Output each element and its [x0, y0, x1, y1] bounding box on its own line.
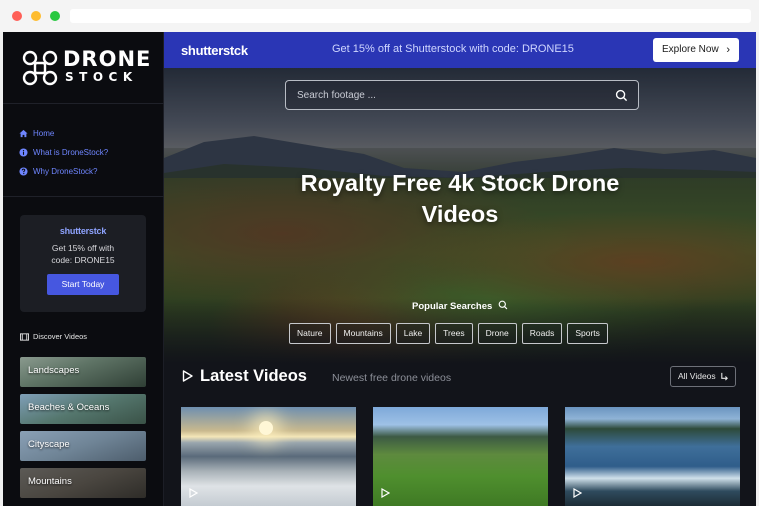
hero-section: Search footage ... Royalty Free 4k Stock… [164, 68, 756, 364]
play-icon [182, 370, 193, 382]
search-placeholder: Search footage ... [297, 90, 376, 101]
drone-icon [22, 50, 58, 86]
address-bar[interactable] [70, 9, 751, 23]
category-beaches-oceans[interactable]: Beaches & Oceans [20, 394, 146, 424]
latest-videos-header: Latest Videos Newest free drone videos A… [164, 364, 756, 404]
sidebar-item-why[interactable]: Why DroneStock? [19, 162, 108, 181]
sidebar-item-what-is[interactable]: What is DroneStock? [19, 143, 108, 162]
sidebar-divider [3, 196, 164, 197]
category-label: Landscapes [28, 365, 80, 376]
category-mountains[interactable]: Mountains [20, 468, 146, 498]
all-videos-button[interactable]: All Videos [670, 366, 736, 387]
sidebar: DRONE STOCK Home What is DroneStock? Why… [3, 32, 164, 506]
all-videos-label: All Videos [678, 371, 716, 381]
tag-trees[interactable]: Trees [435, 323, 473, 344]
chevron-right-icon: › [726, 44, 730, 56]
video-thumbnail-3[interactable] [565, 407, 740, 506]
tag-sports[interactable]: Sports [567, 323, 608, 344]
arrow-return-icon [721, 372, 728, 381]
promo-text-line-1: Get 15% off with [51, 243, 115, 253]
banner-message: Get 15% off at Shutterstock with code: D… [332, 43, 574, 55]
tag-nature[interactable]: Nature [289, 323, 331, 344]
category-landscapes[interactable]: Landscapes [20, 357, 146, 387]
page-viewport: DRONE STOCK Home What is DroneStock? Why… [3, 32, 756, 506]
hero-title-line-2: Videos [421, 201, 499, 227]
tag-drone[interactable]: Drone [477, 323, 517, 344]
promo-text-line-2: code: DRONE15 [51, 255, 115, 265]
category-label: Beaches & Oceans [28, 402, 110, 413]
logo-line-2: STOCK [65, 70, 138, 84]
browser-window: DRONE STOCK Home What is DroneStock? Why… [0, 0, 759, 506]
hero-title: Royalty Free 4k Stock Drone Videos [164, 168, 756, 230]
shutterstock-promo-card: shutterstck Get 15% off with code: DRONE… [20, 215, 146, 312]
logo-line-1: DRONE [63, 47, 152, 71]
explore-now-button[interactable]: Explore Now › [653, 38, 739, 62]
search-icon[interactable] [615, 89, 628, 102]
video-thumbnail-2[interactable] [373, 407, 548, 506]
popular-searches-label: Popular Searches [412, 301, 493, 312]
banner-logo[interactable]: shutterstck [181, 43, 248, 58]
latest-videos-title: Latest Videos [200, 367, 307, 385]
film-icon [20, 332, 29, 341]
home-icon [19, 129, 28, 138]
close-window-button[interactable] [12, 11, 22, 21]
sidebar-item-label: Home [33, 129, 55, 138]
explore-now-label: Explore Now [662, 44, 719, 55]
info-icon [19, 148, 28, 157]
search-icon [498, 300, 508, 310]
discover-label: Discover Videos [33, 332, 88, 341]
start-today-button[interactable]: Start Today [47, 274, 119, 295]
discover-videos-heading: Discover Videos [20, 332, 87, 341]
play-icon [381, 488, 390, 498]
browser-chrome [0, 0, 759, 32]
search-input[interactable]: Search footage ... [285, 80, 639, 110]
sidebar-item-label: Why DroneStock? [33, 167, 98, 176]
logo-wordmark: DRONE STOCK [63, 48, 151, 84]
category-cityscape[interactable]: Cityscape [20, 431, 146, 461]
minimize-window-button[interactable] [31, 11, 41, 21]
sidebar-item-label: What is DroneStock? [33, 148, 109, 157]
video-thumbnail-1[interactable] [181, 407, 356, 506]
category-label: Mountains [28, 476, 72, 487]
promo-text: Get 15% off with code: DRONE15 [20, 242, 146, 266]
sun-glow [259, 421, 273, 435]
play-icon [189, 488, 198, 498]
maximize-window-button[interactable] [50, 11, 60, 21]
tag-mountains[interactable]: Mountains [335, 323, 391, 344]
play-icon [573, 488, 582, 498]
popular-searches-heading: Popular Searches [164, 300, 756, 312]
sidebar-item-home[interactable]: Home [19, 124, 108, 143]
hero-title-line-1: Royalty Free 4k Stock Drone [300, 170, 620, 196]
question-icon [19, 167, 28, 176]
shutterstock-banner: shutterstck Get 15% off at Shutterstock … [164, 32, 756, 68]
popular-tags: Nature Mountains Lake Trees Drone Roads … [289, 323, 613, 345]
tag-lake[interactable]: Lake [395, 323, 431, 344]
tag-roads[interactable]: Roads [521, 323, 563, 344]
category-label: Cityscape [28, 439, 70, 450]
promo-brand: shutterstck [59, 226, 107, 236]
site-logo[interactable]: DRONE STOCK [3, 32, 164, 104]
sidebar-nav: Home What is DroneStock? Why DroneStock? [19, 124, 108, 181]
latest-videos-subtitle: Newest free drone videos [332, 372, 452, 384]
